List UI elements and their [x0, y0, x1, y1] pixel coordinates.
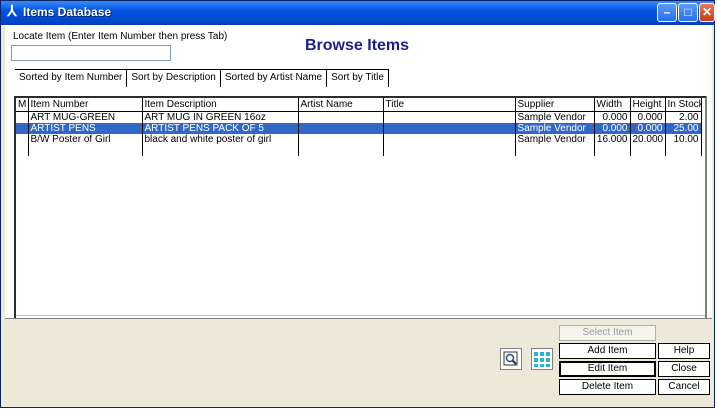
page-title: Browse Items	[305, 37, 410, 54]
cell-title[interactable]	[383, 123, 516, 134]
edit-item-button[interactable]: Edit Item	[559, 361, 656, 377]
select-item-button[interactable]: Select Item	[559, 325, 656, 341]
cell-title[interactable]	[383, 111, 516, 123]
magnify-icon[interactable]	[500, 348, 522, 370]
tab-sort-by-title[interactable]: Sort by Title	[327, 69, 389, 87]
col-header-m[interactable]: M	[16, 98, 29, 112]
cell-height[interactable]: 20.000	[630, 134, 666, 145]
col-header-width[interactable]: Width	[594, 98, 631, 112]
cell-supplier[interactable]: Sample Vendor	[515, 111, 595, 123]
maximize-icon[interactable]: □	[678, 3, 698, 22]
cell-m[interactable]	[16, 123, 29, 134]
cell-in-stock[interactable]: 10.00	[665, 134, 702, 145]
items-table: M Item Number Item Description Artist Na…	[16, 98, 702, 156]
minimize-icon[interactable]: –	[657, 3, 677, 22]
items-database-window: ⅄ Items Database – □ ✕ Locate Item (Ente…	[0, 0, 715, 408]
grid-view-icon[interactable]	[531, 348, 553, 370]
locate-item-label: Locate Item (Enter Item Number then pres…	[13, 31, 228, 42]
table-row[interactable]: ART MUG-GREEN ART MUG IN GREEN 16oz Samp…	[16, 111, 702, 123]
cell-height[interactable]: 0.000	[630, 123, 666, 134]
col-header-supplier[interactable]: Supplier	[515, 98, 595, 112]
col-header-in-stock[interactable]: In Stock	[665, 98, 702, 112]
help-button[interactable]: Help	[658, 343, 710, 359]
col-header-height[interactable]: Height	[630, 98, 666, 112]
col-header-title[interactable]: Title	[383, 98, 516, 112]
cell-description[interactable]: black and white poster of girl	[142, 134, 299, 145]
col-header-item-description[interactable]: Item Description	[142, 98, 299, 112]
cell-artist[interactable]	[298, 134, 384, 145]
tab-sorted-by-artist-name[interactable]: Sorted by Artist Name	[220, 69, 328, 87]
close-button[interactable]: Close	[658, 361, 710, 377]
table-row[interactable]: B/W Poster of Girl black and white poste…	[16, 134, 702, 145]
col-header-item-number[interactable]: Item Number	[28, 98, 143, 112]
table-header-row: M Item Number Item Description Artist Na…	[16, 98, 702, 112]
cell-artist[interactable]	[298, 111, 384, 123]
cell-width[interactable]: 0.000	[594, 123, 631, 134]
tab-sort-by-description[interactable]: Sort by Description	[127, 69, 221, 87]
cell-item-number[interactable]: ARTIST PENS	[28, 123, 143, 134]
close-icon[interactable]: ✕	[699, 3, 715, 22]
cell-supplier[interactable]: Sample Vendor	[515, 123, 595, 134]
delete-item-button[interactable]: Delete Item	[559, 379, 656, 395]
items-grid[interactable]: M Item Number Item Description Artist Na…	[14, 96, 707, 335]
col-header-artist-name[interactable]: Artist Name	[298, 98, 384, 112]
cell-title[interactable]	[383, 134, 516, 145]
cell-item-number[interactable]: ART MUG-GREEN	[28, 111, 143, 123]
add-item-button[interactable]: Add Item	[559, 343, 656, 359]
cell-description[interactable]: ART MUG IN GREEN 16oz	[142, 111, 299, 123]
sort-tabs: Sorted by Item Number Sort by Descriptio…	[15, 69, 389, 87]
empty-grid-area	[16, 145, 702, 156]
locate-item-input[interactable]	[11, 45, 171, 61]
cell-item-number[interactable]: B/W Poster of Girl	[28, 134, 143, 145]
cell-m[interactable]	[16, 134, 29, 145]
window-title: Items Database	[23, 5, 112, 19]
cell-m[interactable]	[16, 111, 29, 123]
cell-in-stock[interactable]: 2.00	[665, 111, 702, 123]
app-logo-icon: ⅄	[7, 3, 17, 20]
cell-width[interactable]: 0.000	[594, 111, 631, 123]
tab-sorted-by-item-number[interactable]: Sorted by Item Number	[15, 69, 128, 87]
cell-in-stock[interactable]: 25.00	[665, 123, 702, 134]
cell-artist[interactable]	[298, 123, 384, 134]
cell-height[interactable]: 0.000	[630, 111, 666, 123]
action-panel: Select Item Add Item Edit Item Delete It…	[5, 319, 712, 405]
cancel-button[interactable]: Cancel	[658, 379, 710, 395]
title-bar[interactable]: ⅄ Items Database – □ ✕	[1, 1, 715, 25]
cell-width[interactable]: 16.000	[594, 134, 631, 145]
table-row-selected[interactable]: ARTIST PENS ARTIST PENS PACK OF 5 Sample…	[16, 123, 702, 134]
cell-description[interactable]: ARTIST PENS PACK OF 5	[142, 123, 299, 134]
cell-supplier[interactable]: Sample Vendor	[515, 134, 595, 145]
